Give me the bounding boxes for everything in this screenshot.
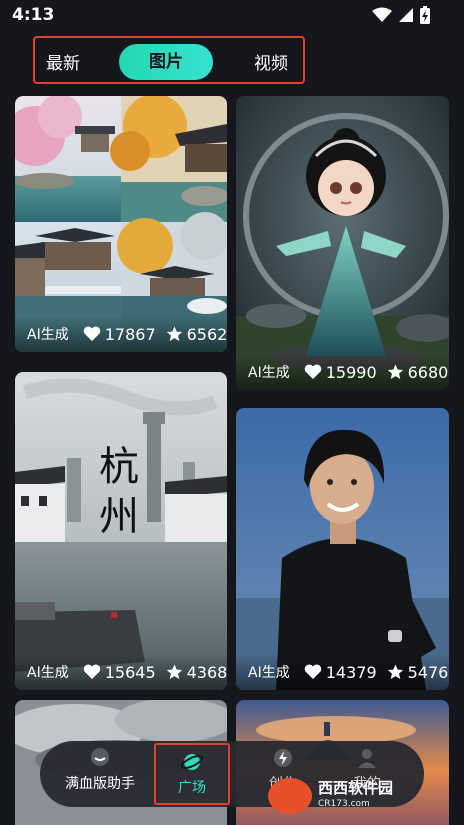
favorite-count-value: 5476 (407, 662, 449, 682)
card-meta: AI生成 15645 4368 (15, 654, 227, 690)
card-meta: AI生成 15990 6680 (236, 354, 449, 390)
signal-icon (399, 8, 413, 22)
wifi-icon (372, 7, 392, 22)
favorite-count-value: 6680 (407, 362, 449, 382)
nav-assistant[interactable]: 满血版助手 (58, 747, 142, 793)
image-card-hangzhou-poster[interactable]: 杭 州 AI生成 15645 4368 (15, 372, 227, 690)
planet-icon (181, 754, 203, 770)
like-count[interactable]: 14379 (304, 663, 377, 682)
nav-square[interactable]: 广场 (154, 743, 230, 805)
favorite-count-value: 4368 (186, 662, 227, 682)
app-screen: 4:13 最新 图片 视频 AI生成 17867 6562 AI生成 15990… (0, 0, 464, 825)
image-card-portrait[interactable]: AI生成 14379 5476 (236, 408, 449, 690)
image-card-garden-collage[interactable]: AI生成 17867 6562 (15, 96, 227, 352)
bolt-icon (274, 749, 292, 767)
star-icon (166, 664, 182, 679)
tab-images[interactable]: 图片 (119, 44, 213, 80)
like-count[interactable]: 15990 (304, 363, 377, 382)
chat-icon (91, 748, 109, 766)
like-count[interactable]: 17867 (83, 325, 156, 344)
heart-icon (304, 364, 321, 379)
like-count-value: 15990 (325, 362, 377, 382)
hanfu-figurine-image (236, 96, 449, 390)
like-count-value: 17867 (104, 324, 156, 344)
like-count-value: 15645 (104, 662, 156, 682)
card-meta: AI生成 14379 5476 (236, 654, 449, 690)
tab-videos[interactable]: 视频 (251, 46, 291, 82)
like-count-value: 14379 (325, 662, 377, 682)
heart-icon (304, 664, 321, 679)
favorite-count[interactable]: 6680 (387, 362, 449, 382)
portrait-image (236, 408, 449, 690)
watermark-title: 西西软件园 (318, 779, 394, 797)
ai-generated-tag: AI生成 (27, 327, 69, 343)
category-tabs: 最新 图片 视频 (33, 36, 305, 84)
star-icon (166, 326, 182, 341)
ai-generated-tag: AI生成 (27, 665, 69, 681)
battery-charging-icon (420, 6, 430, 24)
tab-latest[interactable]: 最新 (43, 46, 83, 82)
ai-generated-tag: AI生成 (248, 665, 290, 681)
status-time: 4:13 (12, 5, 55, 25)
heart-icon (83, 664, 100, 679)
watermark-logo-icon (268, 778, 312, 814)
like-count[interactable]: 15645 (83, 663, 156, 682)
poster-title-zhou: 州 (99, 494, 139, 540)
favorite-count-value: 6562 (186, 324, 227, 344)
favorite-count[interactable]: 5476 (387, 662, 449, 682)
nav-square-label: 广场 (178, 780, 206, 796)
status-icons (372, 6, 430, 24)
favorite-count[interactable]: 4368 (166, 663, 227, 682)
ai-generated-tag: AI生成 (248, 365, 290, 381)
heart-icon (83, 326, 100, 341)
hangzhou-poster-image: 杭 州 (15, 372, 227, 690)
poster-title-hang: 杭 (99, 444, 139, 490)
star-icon (387, 364, 403, 379)
star-icon (387, 664, 403, 679)
watermark-sub: CR173.com (318, 799, 370, 809)
site-watermark: 西西软件园 CR173.com (268, 776, 448, 816)
card-meta: AI生成 17867 6562 (15, 316, 227, 352)
garden-collage-image (15, 96, 227, 352)
watermark-text: 西西软件园 CR173.com (318, 780, 393, 812)
user-icon (358, 749, 376, 768)
image-card-hanfu-figurine[interactable]: AI生成 15990 6680 (236, 96, 449, 390)
nav-assistant-label: 满血版助手 (65, 776, 135, 792)
status-bar: 4:13 (0, 0, 464, 32)
favorite-count[interactable]: 6562 (166, 325, 227, 344)
